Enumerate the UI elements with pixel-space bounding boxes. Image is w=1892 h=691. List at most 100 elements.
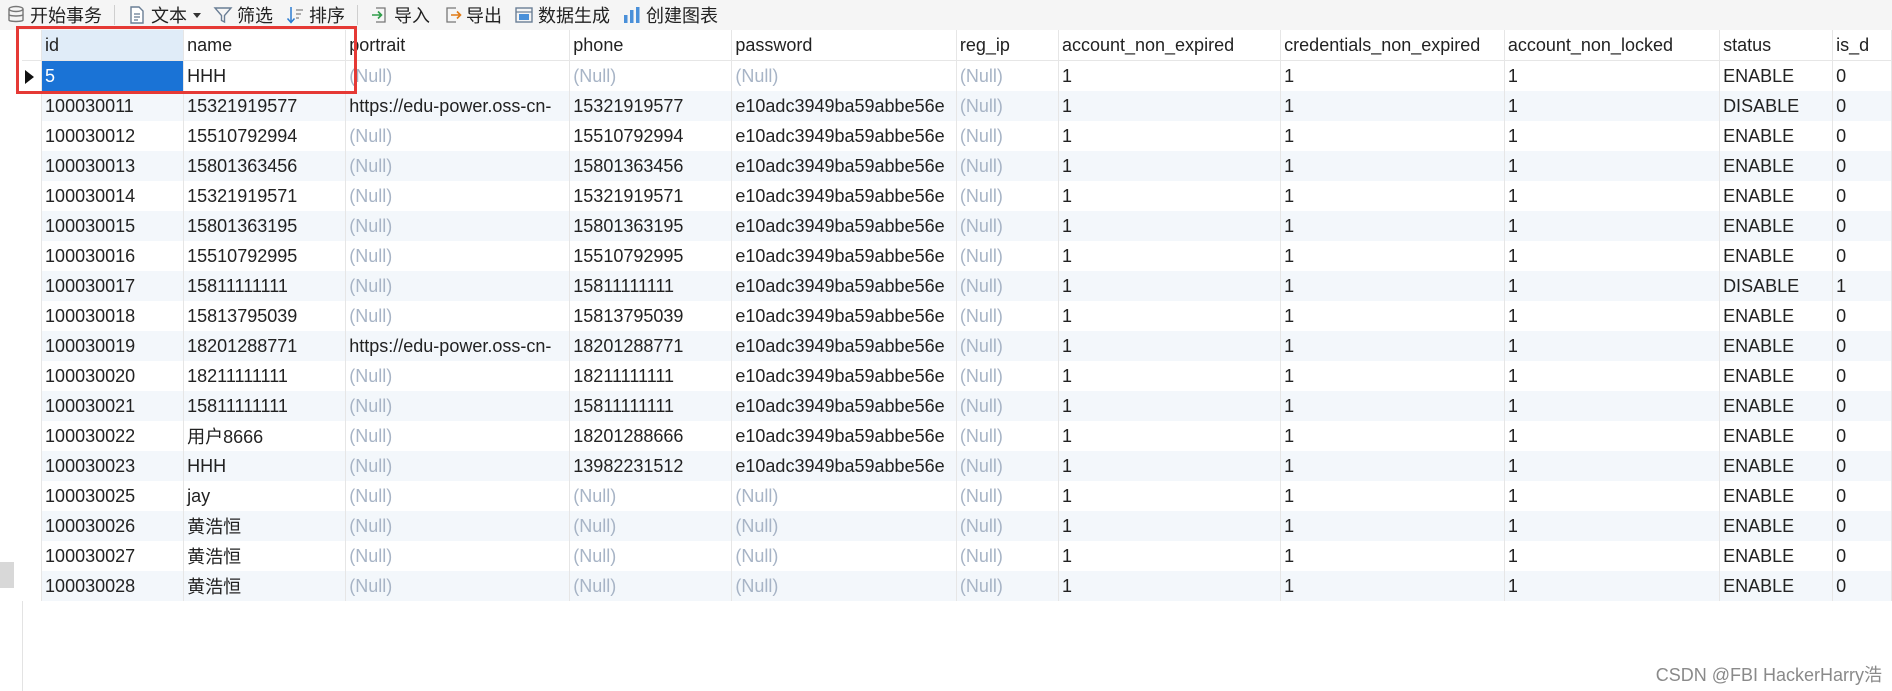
cell-id[interactable]: 100030014 [41,181,185,211]
table-row[interactable]: 100030016 15510792995 (Null) 15510792995 e10… [22,241,1892,271]
column-header-is-deleted[interactable]: is_d [1832,30,1892,61]
cell-portrait[interactable]: (Null) [345,511,571,541]
column-header-reg-ip[interactable]: reg_ip [956,30,1059,61]
cell-is-d[interactable]: 0 [1832,151,1892,181]
table-row[interactable]: 100030018 15813795039 (Null) 15813795039 e10… [22,301,1892,331]
cell-account-non-expired[interactable]: 1 [1058,211,1282,241]
row-selector[interactable] [22,151,43,181]
table-row[interactable]: 100030022 用户8666 (Null) 18201288666 e10adc39… [22,421,1892,451]
cell-account-non-expired[interactable]: 1 [1058,391,1282,421]
cell-is-d[interactable]: 0 [1832,511,1892,541]
column-header-password[interactable]: password [731,30,957,61]
table-row[interactable]: 100030014 15321919571 (Null) 15321919571 e10… [22,181,1892,211]
table-row[interactable]: 100030027 黄浩恒 (Null) (Null) (Null) (Null) 1 1 1 E… [22,541,1892,571]
cell-account-non-expired[interactable]: 1 [1058,451,1282,481]
cell-name[interactable]: 18201288771 [183,331,347,361]
cell-account-non-locked[interactable]: 1 [1504,571,1721,601]
cell-name[interactable]: 18211111111 [183,361,347,391]
cell-phone[interactable]: 15811111111 [569,271,733,301]
cell-name[interactable]: 15321919571 [183,181,347,211]
cell-status[interactable]: ENABLE [1719,511,1834,541]
cell-password[interactable]: e10adc3949ba59abbe56e [731,271,957,301]
cell-id[interactable]: 100030023 [41,451,185,481]
cell-is-d[interactable]: 0 [1832,451,1892,481]
table-row[interactable]: 100030025 jay (Null) (Null) (Null) (Null) 1 1 1 E… [22,481,1892,511]
cell-portrait[interactable]: https://edu-power.oss-cn- [345,91,571,121]
cell-account-non-locked[interactable]: 1 [1504,391,1721,421]
cell-id[interactable]: 100030011 [41,91,185,121]
cell-reg-ip[interactable]: (Null) [956,301,1059,331]
data-grid[interactable]: id name portrait phone password reg_ip a… [22,30,1892,602]
cell-account-non-locked[interactable]: 1 [1504,211,1721,241]
cell-is-d[interactable]: 0 [1832,301,1892,331]
cell-status[interactable]: ENABLE [1719,391,1834,421]
cell-portrait[interactable]: (Null) [345,60,571,91]
cell-is-d[interactable]: 0 [1832,241,1892,271]
cell-reg-ip[interactable]: (Null) [956,241,1059,271]
cell-name[interactable]: 15801363195 [183,211,347,241]
cell-portrait[interactable]: (Null) [345,451,571,481]
import-button[interactable]: 导入 [364,0,436,30]
cell-account-non-locked[interactable]: 1 [1504,511,1721,541]
cell-portrait[interactable]: (Null) [345,541,571,571]
row-selector[interactable] [22,541,43,571]
cell-credentials-non-expired[interactable]: 1 [1280,511,1505,541]
column-header-account-non-expired[interactable]: account_non_expired [1058,30,1282,61]
cell-phone[interactable]: 13982231512 [569,451,733,481]
cell-password[interactable]: e10adc3949ba59abbe56e [731,301,957,331]
cell-status[interactable]: ENABLE [1719,361,1834,391]
cell-phone[interactable]: 15510792995 [569,241,733,271]
cell-portrait[interactable]: https://edu-power.oss-cn- [345,331,571,361]
cell-account-non-locked[interactable]: 1 [1504,121,1721,151]
cell-portrait[interactable]: (Null) [345,571,571,601]
cell-portrait[interactable]: (Null) [345,271,571,301]
cell-account-non-locked[interactable]: 1 [1504,481,1721,511]
cell-password[interactable]: e10adc3949ba59abbe56e [731,421,957,451]
cell-id[interactable]: 100030025 [41,481,185,511]
cell-credentials-non-expired[interactable]: 1 [1280,391,1505,421]
table-row[interactable]: 5 HHH (Null) (Null) (Null) (Null) 1 1 1 ENABLE 0 [22,60,1892,91]
cell-portrait[interactable]: (Null) [345,151,571,181]
cell-credentials-non-expired[interactable]: 1 [1280,151,1505,181]
cell-status[interactable]: ENABLE [1719,571,1834,601]
cell-phone[interactable]: (Null) [569,571,733,601]
cell-status[interactable]: ENABLE [1719,121,1834,151]
cell-portrait[interactable]: (Null) [345,481,571,511]
row-selector[interactable] [22,271,43,301]
cell-reg-ip[interactable]: (Null) [956,481,1059,511]
table-row[interactable]: 100030015 15801363195 (Null) 15801363195 e10… [22,211,1892,241]
cell-is-d[interactable]: 0 [1832,391,1892,421]
cell-password[interactable]: e10adc3949ba59abbe56e [731,361,957,391]
table-row[interactable]: 100030020 18211111111 (Null) 18211111111 e10… [22,361,1892,391]
cell-reg-ip[interactable]: (Null) [956,451,1059,481]
cell-status[interactable]: ENABLE [1719,60,1834,91]
sort-button[interactable]: 排序 [279,0,351,30]
cell-account-non-expired[interactable]: 1 [1058,331,1282,361]
cell-account-non-locked[interactable]: 1 [1504,241,1721,271]
cell-password[interactable]: e10adc3949ba59abbe56e [731,211,957,241]
table-row[interactable]: 100030021 15811111111 (Null) 15811111111 e10… [22,391,1892,421]
cell-account-non-locked[interactable]: 1 [1504,451,1721,481]
cell-account-non-locked[interactable]: 1 [1504,541,1721,571]
cell-status[interactable]: ENABLE [1719,301,1834,331]
cell-phone[interactable]: 18201288771 [569,331,733,361]
cell-reg-ip[interactable]: (Null) [956,571,1059,601]
cell-id[interactable]: 100030018 [41,301,185,331]
cell-account-non-expired[interactable]: 1 [1058,91,1282,121]
cell-name[interactable]: HHH [183,60,347,91]
cell-password[interactable]: (Null) [731,571,957,601]
cell-account-non-expired[interactable]: 1 [1058,421,1282,451]
row-selector[interactable] [22,60,43,91]
cell-status[interactable]: ENABLE [1719,241,1834,271]
cell-id[interactable]: 100030017 [41,271,185,301]
cell-credentials-non-expired[interactable]: 1 [1280,241,1505,271]
cell-is-d[interactable]: 0 [1832,571,1892,601]
cell-is-d[interactable]: 0 [1832,361,1892,391]
cell-is-d[interactable]: 0 [1832,91,1892,121]
cell-status[interactable]: DISABLE [1719,91,1834,121]
cell-is-d[interactable]: 0 [1832,60,1892,91]
cell-name[interactable]: HHH [183,451,347,481]
create-chart-button[interactable]: 创建图表 [616,0,724,30]
export-button[interactable]: 导出 [436,0,508,30]
cell-account-non-expired[interactable]: 1 [1058,271,1282,301]
